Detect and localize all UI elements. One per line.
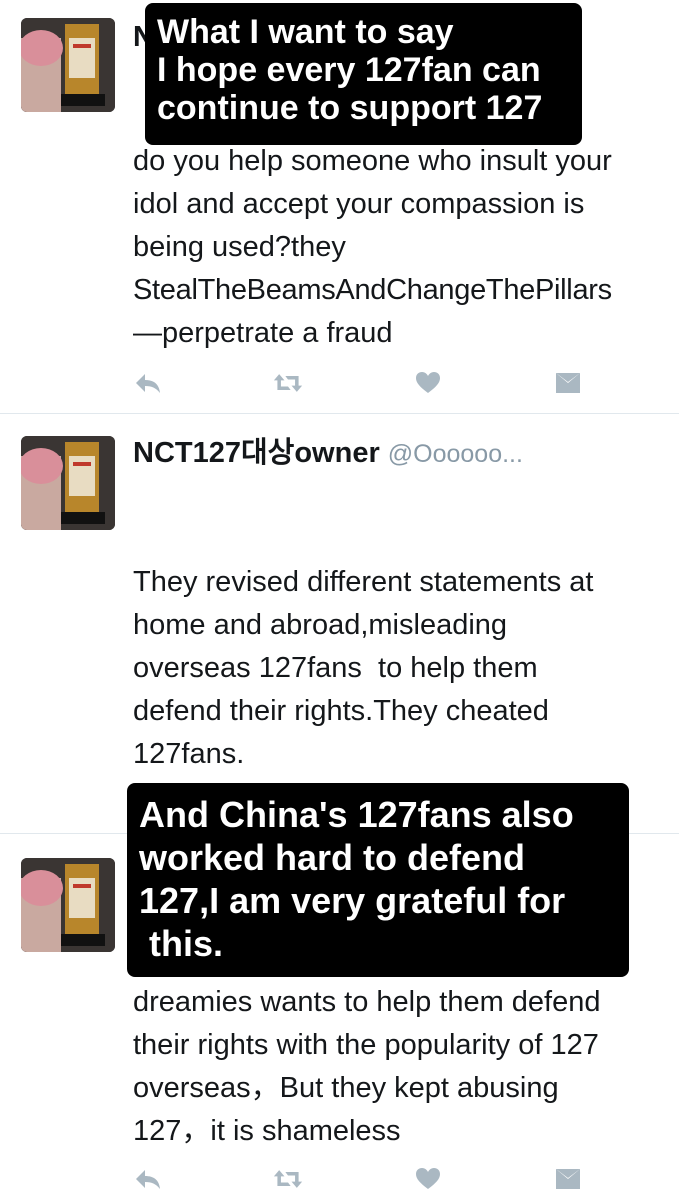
tweet-text-line: do you help someone who insult your bbox=[133, 145, 612, 177]
tweet-text-line: dreamies wants to help them defend bbox=[133, 986, 601, 1018]
reply-icon[interactable] bbox=[133, 1164, 163, 1194]
tweet-text: They revised different statements at hom… bbox=[133, 561, 673, 776]
tweet-text-line: —perpetrate a fraud bbox=[133, 317, 393, 349]
caption-line: And China's 127fans also bbox=[139, 794, 574, 835]
reply-icon[interactable] bbox=[133, 368, 163, 398]
caption-line: I hope every 127fan can bbox=[157, 51, 541, 89]
avatar[interactable] bbox=[21, 436, 115, 530]
divider bbox=[0, 413, 679, 414]
message-icon[interactable] bbox=[553, 368, 583, 398]
tweet-text-line: 127，it is shameless bbox=[133, 1115, 401, 1147]
retweet-icon[interactable] bbox=[273, 1164, 303, 1194]
caption-line: continue to support 127 bbox=[157, 89, 543, 127]
retweet-icon[interactable] bbox=[273, 368, 303, 398]
tweet-actions bbox=[133, 368, 593, 398]
tweet-text-line: their rights with the popularity of 127 bbox=[133, 1029, 599, 1061]
like-icon[interactable] bbox=[413, 368, 443, 398]
tweet-text-line: StealTheBeamsAndChangeThePillars bbox=[133, 274, 612, 306]
tweet-text: do you help someone who insult your idol… bbox=[133, 140, 673, 355]
handle[interactable]: @Oooooo... bbox=[388, 440, 523, 468]
caption-line: worked hard to defend bbox=[139, 837, 526, 878]
message-icon[interactable] bbox=[553, 1164, 583, 1194]
caption-overlay: And China's 127fans also worked hard to … bbox=[127, 783, 629, 977]
tweet-actions bbox=[133, 1164, 593, 1194]
tweet-text-line: defend their rights.They cheated bbox=[133, 695, 549, 727]
caption-line: What I want to say bbox=[157, 13, 454, 51]
tweet-text-line: being used?they bbox=[133, 231, 346, 263]
tweet-text-line: idol and accept your compassion is bbox=[133, 188, 585, 220]
tweet-text-line: home and abroad,misleading bbox=[133, 609, 508, 641]
tweet-text: dreamies wants to help them defend their… bbox=[133, 981, 673, 1153]
avatar[interactable] bbox=[21, 858, 115, 952]
caption-line: 127,I am very grateful for bbox=[139, 880, 566, 921]
display-name[interactable]: NCT127대상owner bbox=[133, 437, 380, 469]
tweet-text-line: 127fans. bbox=[133, 738, 245, 770]
tweet-header: NCT127대상owner @Oooooo... bbox=[133, 436, 523, 471]
tweet-text-line: overseas 127fans to help them bbox=[133, 652, 538, 684]
tweet-text-line: overseas，But they kept abusing bbox=[133, 1072, 559, 1104]
tweet-text-line: They revised different statements at bbox=[133, 566, 594, 598]
avatar[interactable] bbox=[21, 18, 115, 112]
like-icon[interactable] bbox=[413, 1164, 443, 1194]
caption-overlay: What I want to say I hope every 127fan c… bbox=[145, 3, 582, 145]
caption-line: this. bbox=[139, 923, 224, 964]
